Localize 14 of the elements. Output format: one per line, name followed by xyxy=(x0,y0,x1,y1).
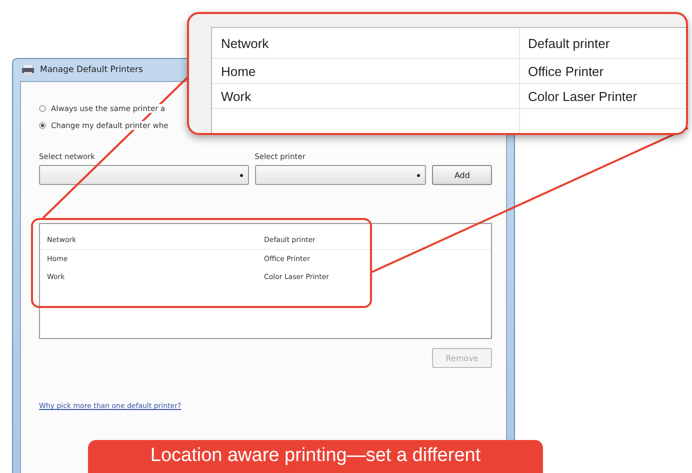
column-header: Default printer xyxy=(527,36,610,50)
table-cell: Work xyxy=(212,84,520,108)
printer-dropdown[interactable] xyxy=(254,165,426,185)
table-cell-text: Color Laser Printer xyxy=(527,88,638,104)
radio-button[interactable] xyxy=(39,105,46,112)
printer-icon xyxy=(22,65,34,75)
table-cell-text: Office Printer xyxy=(527,64,604,78)
radio-button[interactable] xyxy=(39,122,46,129)
caption-text: Location aware printing—set a different xyxy=(150,445,481,468)
table-cell: Home xyxy=(212,59,520,83)
column-header: Network xyxy=(212,28,520,58)
window-title: Manage Default Printers xyxy=(40,65,143,75)
network-dropdown[interactable] xyxy=(39,165,249,185)
add-button[interactable]: Add xyxy=(432,165,492,185)
